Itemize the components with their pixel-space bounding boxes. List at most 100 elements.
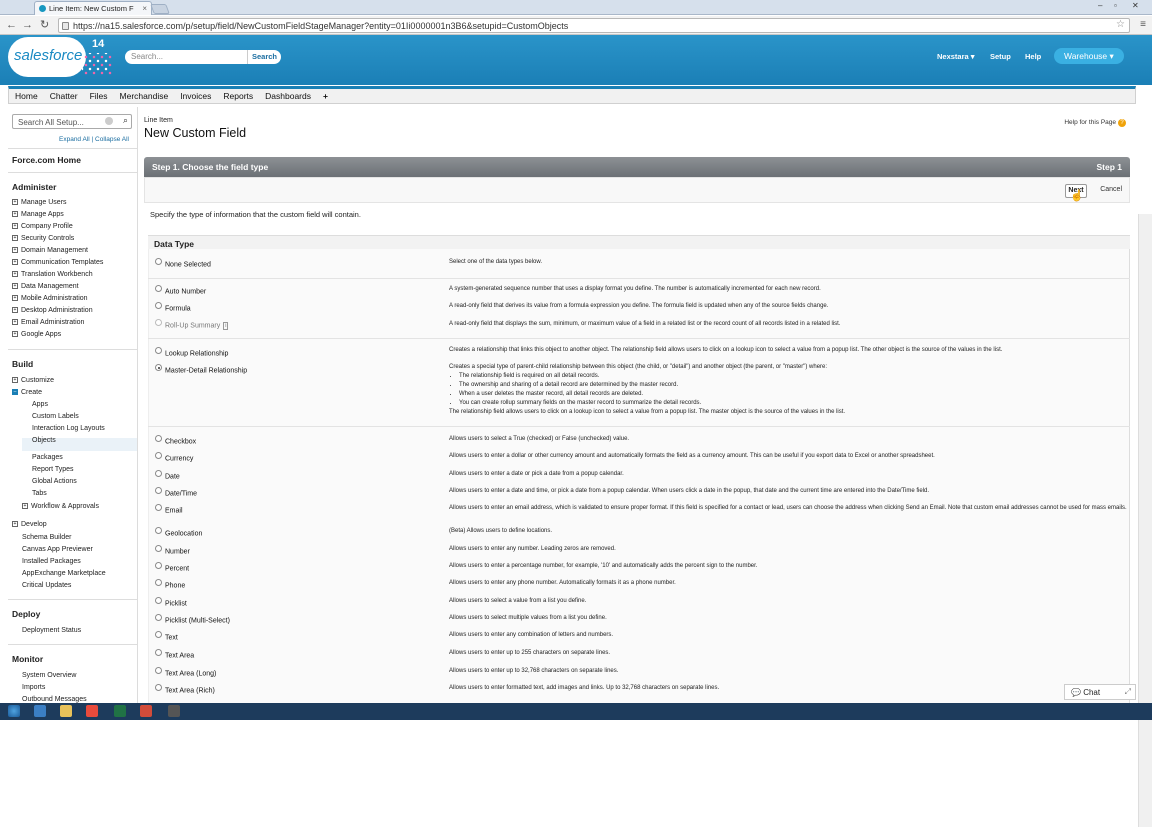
percent-option[interactable]: Percent — [155, 562, 189, 572]
tab-invoices[interactable]: Invoices — [180, 91, 211, 101]
sidebar-item-company-profile[interactable]: + Company Profile — [12, 223, 73, 230]
sidebar-item-custom-labels[interactable]: Custom Labels — [32, 413, 79, 420]
window-close-icon[interactable]: ✕ — [1132, 1, 1139, 10]
radio-icon[interactable] — [155, 684, 162, 691]
geolocation-option[interactable]: Geolocation — [155, 527, 202, 537]
salesforce-logo[interactable]: salesforce — [8, 37, 86, 77]
sidebar-item-interaction-log-layouts[interactable]: Interaction Log Layouts — [32, 425, 105, 432]
tab-chatter[interactable]: Chatter — [50, 91, 78, 101]
phone-option[interactable]: Phone — [155, 579, 185, 589]
back-icon[interactable]: ← — [6, 19, 17, 31]
ie-icon[interactable] — [34, 705, 46, 717]
sidebar-item-domain-management[interactable]: + Domain Management — [12, 247, 88, 254]
radio-icon[interactable] — [155, 285, 162, 292]
help-link[interactable]: Help — [1025, 52, 1041, 61]
chat-button[interactable]: 💬 Chat ⤢ — [1064, 684, 1136, 700]
search-icon[interactable]: ⌕ — [123, 115, 128, 126]
master-detail-option[interactable]: Master-Detail Relationship — [155, 364, 247, 374]
picklist-option[interactable]: Picklist — [155, 597, 187, 607]
checkbox-option[interactable]: Checkbox — [155, 435, 196, 445]
rollup-summary-option[interactable]: Roll-Up Summary i — [155, 319, 229, 330]
sidebar-item-desktop-administration[interactable]: + Desktop Administration — [12, 307, 93, 314]
browser-menu-icon[interactable]: ≡ — [1140, 19, 1146, 30]
excel-icon[interactable] — [114, 705, 126, 717]
help-for-page-link[interactable]: Help for this Page? — [1064, 119, 1126, 127]
text-area-long--option[interactable]: Text Area (Long) — [155, 667, 216, 677]
radio-icon[interactable] — [155, 527, 162, 534]
radio-icon[interactable] — [155, 562, 162, 569]
chrome-active-icon[interactable] — [140, 705, 152, 717]
app-icon[interactable] — [168, 705, 180, 717]
sidebar-item-objects[interactable]: Objects — [32, 437, 56, 444]
none-selected-option[interactable]: None Selected — [155, 258, 211, 268]
radio-icon[interactable] — [155, 452, 162, 459]
date-option[interactable]: Date — [155, 470, 180, 480]
url-field[interactable]: https://na15.salesforce.com/p/setup/fiel… — [58, 18, 1130, 33]
radio-icon[interactable] — [155, 631, 162, 638]
global-search-button[interactable]: Search — [247, 50, 281, 64]
radio-icon[interactable] — [155, 614, 162, 621]
start-button-icon[interactable] — [8, 705, 20, 717]
sidebar-item-create[interactable]: – Create — [12, 389, 42, 396]
sidebar-item-schema-builder[interactable]: Schema Builder — [22, 534, 71, 541]
cancel-button[interactable]: Cancel — [1100, 186, 1122, 193]
sidebar-item-security-controls[interactable]: + Security Controls — [12, 235, 74, 242]
global-search-input[interactable]: Search... — [125, 50, 247, 64]
email-option[interactable]: Email — [155, 504, 183, 514]
sidebar-item-develop[interactable]: + Develop — [12, 521, 47, 528]
radio-icon[interactable] — [155, 435, 162, 442]
clear-search-icon[interactable] — [105, 117, 113, 125]
currency-option[interactable]: Currency — [155, 452, 193, 462]
tab-dashboards[interactable]: Dashboards — [265, 91, 311, 101]
sidebar-item-imports[interactable]: Imports — [22, 684, 45, 691]
tab-home[interactable]: Home — [15, 91, 38, 101]
radio-icon[interactable] — [155, 649, 162, 656]
sidebar-item-workflow[interactable]: + Workflow & Approvals — [22, 503, 99, 510]
radio-icon[interactable] — [155, 302, 162, 309]
text-option[interactable]: Text — [155, 631, 178, 641]
sidebar-force-home[interactable]: Force.com Home — [12, 155, 81, 165]
sidebar-item-customize[interactable]: + Customize — [12, 377, 54, 384]
radio-icon[interactable] — [155, 504, 162, 511]
sidebar-item-tabs[interactable]: Tabs — [32, 490, 47, 497]
number-option[interactable]: Number — [155, 545, 190, 555]
sidebar-item-report-types[interactable]: Report Types — [32, 466, 74, 473]
auto-number-option[interactable]: Auto Number — [155, 285, 206, 295]
setup-search-input[interactable]: Search All Setup... ⌕ — [12, 114, 132, 129]
sidebar-item-manage-apps[interactable]: + Manage Apps — [12, 211, 64, 218]
info-icon[interactable]: i — [223, 322, 229, 330]
radio-icon[interactable] — [155, 545, 162, 552]
reload-icon[interactable]: ↻ — [40, 19, 49, 31]
sidebar-item-manage-users[interactable]: + Manage Users — [12, 199, 67, 206]
browser-tab[interactable]: Line Item: New Custom F × — [34, 1, 152, 15]
add-tab-button[interactable]: + — [323, 91, 328, 101]
user-menu[interactable]: Nexstara ▾ — [937, 52, 975, 61]
sidebar-item-mobile-administration[interactable]: + Mobile Administration — [12, 295, 88, 302]
picklist-multi-select--option[interactable]: Picklist (Multi-Select) — [155, 614, 230, 624]
sidebar-item-critical-updates[interactable]: Critical Updates — [22, 582, 71, 589]
minimize-icon[interactable]: – — [1098, 1, 1102, 10]
sidebar-item-appexchange-marketplace[interactable]: AppExchange Marketplace — [22, 570, 106, 577]
sidebar-item-system-overview[interactable]: System Overview — [22, 672, 76, 679]
lookup-relationship-option[interactable]: Lookup Relationship — [155, 347, 228, 357]
radio-icon[interactable] — [155, 487, 162, 494]
radio-icon[interactable] — [155, 364, 162, 371]
radio-icon[interactable] — [155, 470, 162, 477]
date-time-option[interactable]: Date/Time — [155, 487, 197, 497]
radio-icon[interactable] — [155, 667, 162, 674]
sidebar-item-global-actions[interactable]: Global Actions — [32, 478, 77, 485]
tab-merchandise[interactable]: Merchandise — [120, 91, 169, 101]
radio-icon[interactable] — [155, 258, 162, 265]
new-tab-button[interactable] — [150, 4, 170, 14]
chrome-icon[interactable] — [86, 705, 98, 717]
sidebar-item-packages[interactable]: Packages — [32, 454, 63, 461]
scrollbar[interactable] — [1138, 214, 1152, 827]
sidebar-item-google-apps[interactable]: + Google Apps — [12, 331, 61, 338]
tab-files[interactable]: Files — [90, 91, 108, 101]
sidebar-item-translation-workbench[interactable]: + Translation Workbench — [12, 271, 93, 278]
forward-icon[interactable]: → — [22, 19, 33, 31]
close-tab-icon[interactable]: × — [142, 4, 147, 13]
text-area-rich--option[interactable]: Text Area (Rich) — [155, 684, 215, 694]
radio-icon[interactable] — [155, 319, 162, 326]
sidebar-item-deployment-status[interactable]: Deployment Status — [22, 627, 81, 634]
